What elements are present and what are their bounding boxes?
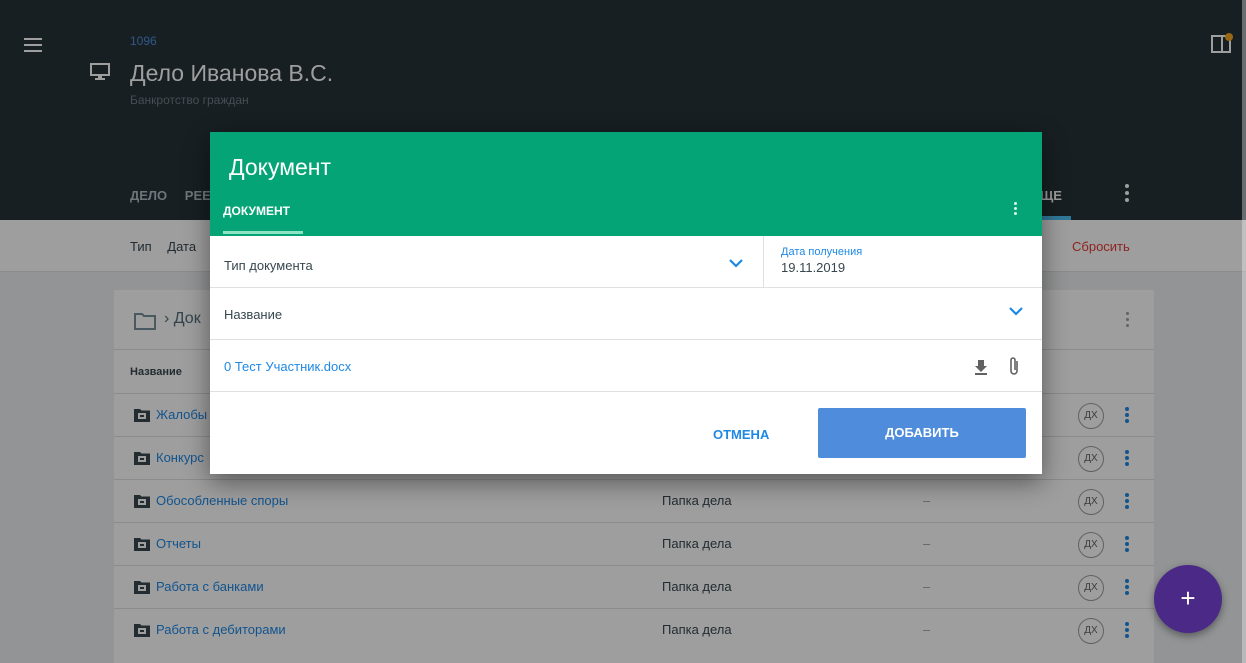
chevron-down-icon[interactable]	[728, 258, 744, 268]
date-received-field[interactable]: 19.11.2019	[781, 260, 845, 275]
doc-type-select[interactable]: Тип документа	[224, 258, 313, 273]
paperclip-icon[interactable]	[1008, 355, 1020, 377]
scrollbar[interactable]	[1242, 0, 1246, 663]
date-received-label: Дата получения	[781, 246, 863, 258]
doc-type-row: Тип документа Дата получения 19.11.2019	[210, 236, 1042, 288]
dialog-title: Документ	[229, 154, 332, 180]
name-select[interactable]: Название	[224, 307, 282, 322]
add-button[interactable]: ДОБАВИТЬ	[818, 408, 1026, 458]
dialog-tab-indicator	[223, 231, 303, 234]
name-row: Название	[210, 288, 1042, 340]
cancel-button[interactable]: ОТМЕНА	[713, 427, 769, 442]
document-dialog: Документ ДОКУМЕНТ Тип документа Дата пол…	[210, 132, 1042, 474]
tab-document[interactable]: ДОКУМЕНТ	[223, 204, 290, 218]
chevron-down-icon[interactable]	[1008, 306, 1024, 316]
add-fab-button[interactable]: +	[1154, 565, 1222, 633]
download-icon[interactable]	[974, 359, 988, 375]
attachment-row: 0 Тест Участник.docx	[210, 340, 1042, 392]
attached-file-link[interactable]: 0 Тест Участник.docx	[224, 359, 351, 374]
dialog-more-icon[interactable]	[1010, 200, 1020, 220]
app-root: 1096 Дело Иванова В.С. Банкротство гражд…	[0, 0, 1246, 663]
field-divider	[763, 236, 764, 288]
dialog-header: Документ ДОКУМЕНТ	[210, 132, 1042, 236]
